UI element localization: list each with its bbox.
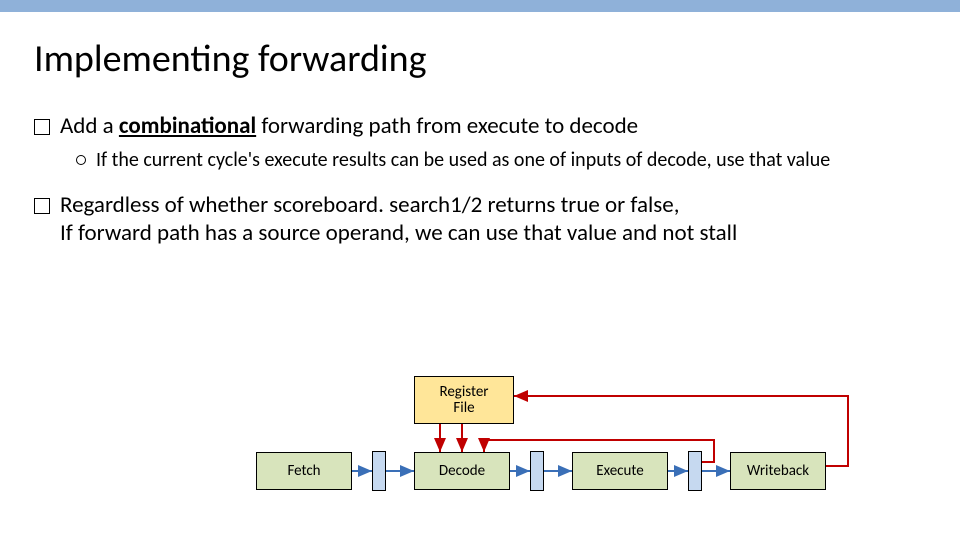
bullet-2-line1: Regardless of whether scoreboard. search… [60,191,679,219]
bullet-2: Regardless of whether scoreboard. search… [34,191,926,247]
pipeline-diagram: Register File Fetch Decode Execute Write… [0,358,960,528]
bullet-1: Add a combinational forwarding path from… [34,112,926,140]
stage-fetch: Fetch [256,452,352,490]
slide-title: Implementing forwarding [34,36,926,82]
slide-top-bar [0,0,960,12]
bullet-list: Add a combinational forwarding path from… [34,112,926,140]
sub-bullet-1: If the current cycle's execute results c… [76,148,926,173]
pipeline-register-1 [372,451,386,491]
circle-icon [76,155,86,165]
bullet-list-2: Regardless of whether scoreboard. search… [34,191,926,247]
sub-list: If the current cycle's execute results c… [76,148,926,173]
pipeline-register-2 [530,451,544,491]
slide-content: Implementing forwarding Add a combinatio… [0,12,960,247]
register-file-label-1: Register [439,384,488,401]
bullet-2-text: Regardless of whether scoreboard. search… [60,191,737,247]
sub-bullet-1-text: If the current cycle's execute results c… [96,148,830,173]
checkbox-icon [34,198,50,214]
bullet-1-text: Add a combinational forwarding path from… [60,112,638,140]
pipeline-register-3 [688,451,702,491]
register-file-label-2: File [453,400,474,417]
bullet-1-pre: Add a [60,112,119,140]
checkbox-icon [34,119,50,135]
bullet-1-underlined: combinational [119,112,256,140]
stage-execute: Execute [572,452,668,490]
stage-writeback: Writeback [730,452,826,490]
bullet-1-post: forwarding path from execute to decode [256,112,638,140]
register-file-box: Register File [414,376,514,424]
bullet-2-line2: If forward path has a source operand, we… [60,219,737,247]
stage-decode: Decode [414,452,510,490]
